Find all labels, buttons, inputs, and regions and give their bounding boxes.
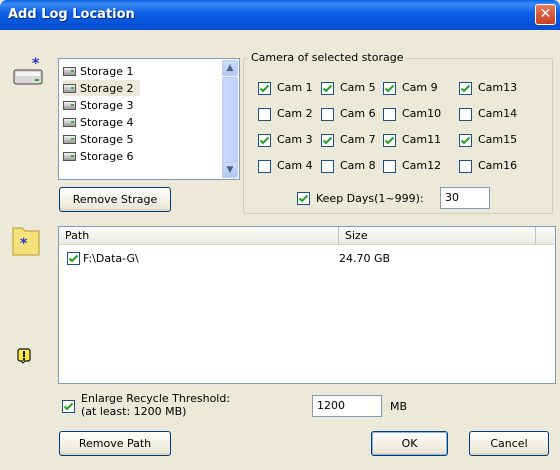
camera-checkbox[interactable]	[383, 108, 396, 121]
camera-checkbox[interactable]	[258, 134, 271, 147]
camera-label: Cam12	[402, 159, 442, 172]
scroll-up-button[interactable]: ▲	[222, 60, 238, 76]
camera-checkbox[interactable]	[383, 160, 396, 173]
scroll-down-button[interactable]: ▼	[222, 162, 238, 178]
camera-label: Cam 8	[340, 159, 376, 172]
column-header-path[interactable]: Path	[59, 227, 339, 245]
drive-icon	[63, 151, 76, 161]
camera-checkbox[interactable]	[258, 160, 271, 173]
camera-checkbox[interactable]	[321, 160, 334, 173]
checkmark-icon	[68, 254, 79, 263]
camera-checkbox[interactable]	[258, 108, 271, 121]
camera-checkbox[interactable]	[258, 82, 271, 95]
list-item-label: Storage 3	[80, 98, 134, 112]
list-item-label: Storage 2	[80, 81, 134, 95]
column-header-filler	[536, 227, 555, 245]
list-item-label: Storage 6	[80, 149, 134, 163]
camera-checkbox[interactable]	[459, 160, 472, 173]
list-item[interactable]: Storage 6	[63, 148, 140, 164]
ok-button[interactable]: OK	[371, 431, 448, 456]
drive-icon	[63, 117, 76, 127]
camera-label: Cam16	[478, 159, 518, 172]
camera-label: Cam 5	[340, 81, 376, 94]
camera-label: Cam 1	[277, 81, 313, 94]
camera-label: Cam 4	[277, 159, 313, 172]
camera-label: Cam14	[478, 107, 518, 120]
recycle-unit-label: MB	[390, 400, 408, 413]
remove-storage-button[interactable]: Remove Strage	[59, 187, 171, 212]
recycle-threshold-input[interactable]: 1200	[312, 395, 382, 417]
camera-label: Cam 6	[340, 107, 376, 120]
keep-days-checkbox[interactable]	[297, 192, 310, 205]
camera-label: Cam 9	[402, 81, 438, 94]
checkmark-icon	[63, 402, 74, 411]
drive-icon	[63, 83, 76, 93]
checkmark-icon	[259, 84, 270, 93]
checkmark-icon	[384, 136, 395, 145]
camera-checkbox[interactable]	[321, 134, 334, 147]
svg-text:*: *	[20, 236, 28, 252]
checkmark-icon	[460, 136, 471, 145]
keep-days-label: Keep Days(1~999):	[316, 192, 424, 205]
checkmark-icon	[322, 84, 333, 93]
folder-new-icon: *	[12, 227, 40, 256]
path-row-checkbox[interactable]	[67, 252, 80, 265]
close-button[interactable]: ✕	[535, 4, 556, 25]
list-item[interactable]: Storage 5	[63, 131, 140, 147]
camera-label: Cam10	[402, 107, 442, 120]
camera-label: Cam 7	[340, 133, 376, 146]
window-title: Add Log Location	[8, 7, 135, 22]
camera-label: Cam11	[402, 133, 442, 146]
drive-icon	[63, 66, 76, 76]
camera-checkbox[interactable]	[321, 82, 334, 95]
checkmark-icon	[259, 136, 270, 145]
drive-icon	[63, 100, 76, 110]
hard-drive-new-icon: *	[13, 56, 43, 85]
drive-icon	[63, 134, 76, 144]
list-item[interactable]: Storage 3	[63, 97, 140, 113]
path-cell: F:\Data-G\	[83, 252, 139, 265]
list-item-label: Storage 1	[80, 64, 134, 78]
camera-label: Cam13	[478, 81, 518, 94]
checkmark-icon	[460, 84, 471, 93]
recycle-threshold-label: Enlarge Recycle Threshold:	[81, 392, 231, 405]
path-list[interactable]: Path Size F:\Data-G\ 24.70 GB	[58, 226, 556, 384]
camera-checkbox[interactable]	[383, 134, 396, 147]
checkmark-icon	[298, 194, 309, 203]
size-cell: 24.70 GB	[339, 252, 391, 265]
camera-label: Cam15	[478, 133, 518, 146]
warning-icon	[17, 348, 31, 364]
list-item-label: Storage 4	[80, 115, 134, 129]
cancel-button[interactable]: Cancel	[469, 431, 549, 456]
storage-list[interactable]: Storage 1 Storage 2 Storage 3 Storage 4 Stor…	[58, 58, 240, 180]
column-header-size[interactable]: Size	[339, 227, 536, 245]
storage-scrollbar[interactable]: ▲ ▼	[222, 60, 238, 178]
camera-label: Cam 2	[277, 107, 313, 120]
camera-label: Cam 3	[277, 133, 313, 146]
close-icon: ✕	[539, 6, 552, 22]
list-item[interactable]: Storage 4	[63, 114, 140, 130]
remove-path-button[interactable]: Remove Path	[59, 431, 171, 456]
keep-days-input[interactable]: 30	[440, 187, 490, 209]
title-bar[interactable]: Add Log Location ✕	[0, 0, 560, 30]
table-row[interactable]: F:\Data-G\ 24.70 GB	[59, 251, 555, 267]
list-item-label: Storage 5	[80, 132, 134, 146]
camera-group-title: Camera of selected storage	[248, 51, 407, 64]
scroll-thumb[interactable]	[222, 77, 238, 163]
recycle-threshold-checkbox[interactable]	[62, 400, 75, 413]
recycle-threshold-hint: (at least: 1200 MB)	[81, 405, 187, 418]
checkmark-icon	[384, 84, 395, 93]
camera-checkbox[interactable]	[459, 82, 472, 95]
camera-checkbox[interactable]	[383, 82, 396, 95]
list-item[interactable]: Storage 2	[63, 80, 140, 96]
checkmark-icon	[322, 136, 333, 145]
list-item[interactable]: Storage 1	[63, 63, 140, 79]
camera-checkbox[interactable]	[459, 108, 472, 121]
add-log-location-dialog: Add Log Location ✕ * Storage 1 Storage 2S…	[0, 0, 560, 470]
camera-checkbox[interactable]	[459, 134, 472, 147]
camera-checkbox[interactable]	[321, 108, 334, 121]
